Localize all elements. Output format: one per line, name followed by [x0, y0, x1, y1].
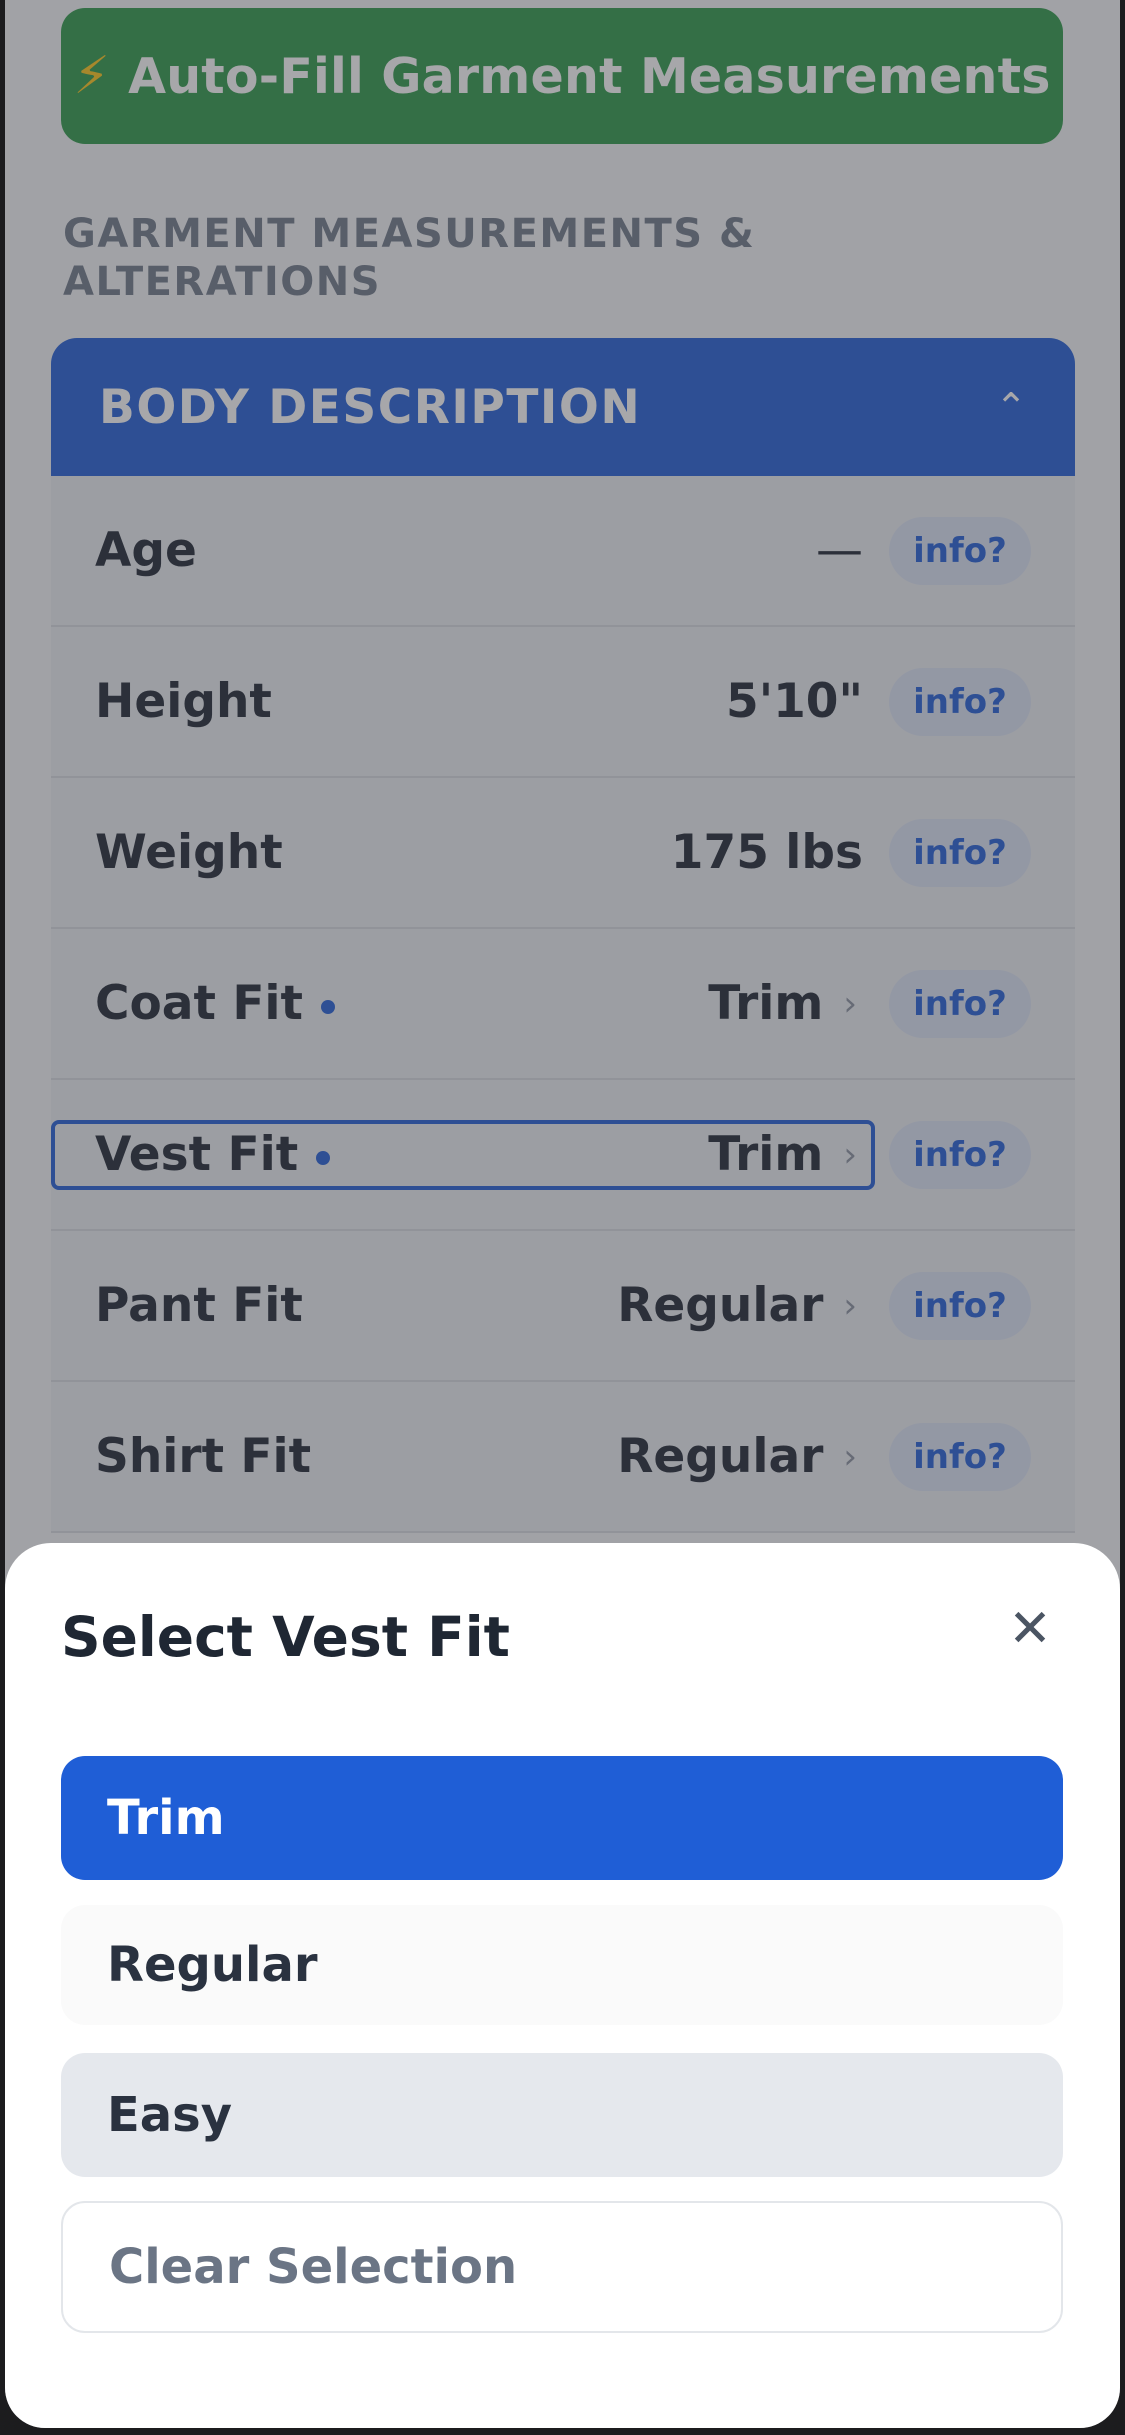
- option-label: Regular: [107, 1937, 318, 1993]
- option-trim[interactable]: Trim: [61, 1756, 1063, 1880]
- option-label: Easy: [107, 2087, 233, 2143]
- option-label: Trim: [107, 1790, 225, 1846]
- option-easy[interactable]: Easy: [61, 2053, 1063, 2177]
- clear-selection-button[interactable]: Clear Selection: [61, 2201, 1063, 2333]
- close-icon[interactable]: ✕: [1000, 1599, 1060, 1659]
- select-vest-fit-sheet: Select Vest Fit ✕ Trim Regular Easy Clea…: [5, 1543, 1120, 2428]
- option-regular[interactable]: Regular: [61, 1905, 1063, 2025]
- clear-selection-label: Clear Selection: [109, 2239, 518, 2295]
- screen: ⚡ Auto-Fill Garment Measurements GARMENT…: [5, 0, 1120, 2428]
- sheet-title: Select Vest Fit: [61, 1605, 510, 1669]
